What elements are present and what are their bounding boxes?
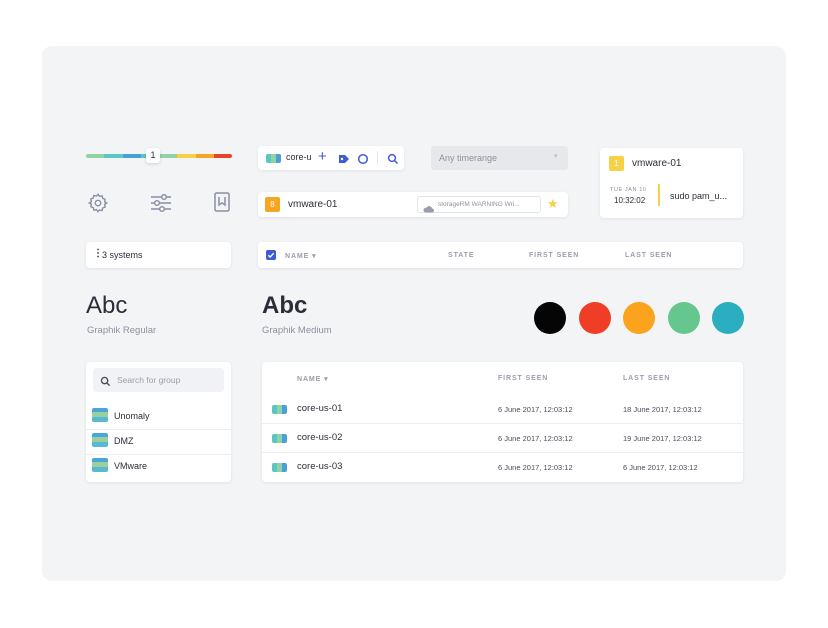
slider-segment bbox=[86, 154, 105, 158]
add-icon[interactable]: + bbox=[318, 148, 327, 166]
color-swatch bbox=[667, 302, 700, 334]
groups-card: Search for group Unomaly DMZ VMware bbox=[86, 362, 231, 482]
name-column-header[interactable]: NAME ▾ bbox=[285, 252, 316, 260]
search-icon bbox=[100, 374, 111, 392]
alert-badge: 8 bbox=[265, 197, 280, 212]
color-swatch bbox=[623, 302, 655, 334]
color-swatch bbox=[712, 302, 744, 334]
timerange-select[interactable]: Any timerange ▾ bbox=[431, 146, 568, 170]
host-color-icon bbox=[272, 463, 287, 472]
divider bbox=[86, 429, 231, 430]
group-search-placeholder: Search for group bbox=[117, 375, 181, 385]
type-sample-regular: Abc bbox=[86, 292, 128, 319]
tag-icon[interactable] bbox=[338, 152, 350, 170]
slider-handle[interactable]: 1 bbox=[146, 148, 160, 163]
first-seen-column-header[interactable]: FIRST SEEN bbox=[529, 252, 579, 259]
first-seen-column-header[interactable]: FIRST SEEN bbox=[498, 375, 548, 382]
bookmark-icon[interactable] bbox=[213, 191, 231, 213]
host-first-seen: 6 June 2017, 12:03:12 bbox=[498, 434, 573, 443]
sliders-icon[interactable] bbox=[149, 192, 173, 214]
last-seen-column-header[interactable]: LAST SEEN bbox=[623, 375, 670, 382]
systems-selector[interactable]: ⋮ 3 systems bbox=[86, 242, 231, 268]
host-label[interactable]: core-u bbox=[286, 152, 312, 162]
group-item[interactable]: VMware bbox=[92, 458, 222, 474]
table-header-row: NAME ▾ STATE FIRST SEEN LAST SEEN bbox=[258, 242, 743, 268]
alert-row[interactable]: 8 vmware-01 storageRM WARNING Wri... ★ bbox=[258, 192, 568, 217]
group-color-icon bbox=[92, 458, 108, 472]
state-column-header[interactable]: STATE bbox=[448, 252, 474, 259]
event-command: sudo pam_u... bbox=[670, 191, 728, 201]
event-badge: 1 bbox=[609, 156, 624, 171]
group-search-input[interactable]: Search for group bbox=[93, 368, 224, 392]
event-marker bbox=[658, 184, 660, 206]
host-last-seen: 6 June 2017, 12:03:12 bbox=[623, 463, 698, 472]
host-name: core-us-02 bbox=[297, 432, 343, 443]
group-color-icon bbox=[92, 408, 108, 422]
color-swatch bbox=[534, 302, 566, 334]
type-label-regular: Graphik Regular bbox=[87, 325, 157, 336]
systems-label: 3 systems bbox=[102, 250, 143, 260]
circle-icon[interactable] bbox=[357, 152, 369, 170]
slider-segment bbox=[195, 154, 214, 158]
host-last-seen: 19 June 2017, 12:03:12 bbox=[623, 434, 702, 443]
host-first-seen: 6 June 2017, 12:03:12 bbox=[498, 405, 573, 414]
host-first-seen: 6 June 2017, 12:03:12 bbox=[498, 463, 573, 472]
host-color-icon bbox=[272, 405, 287, 414]
slider-segment bbox=[104, 154, 123, 158]
group-label: DMZ bbox=[114, 436, 134, 446]
table-row[interactable]: core-us-03 6 June 2017, 12:03:12 6 June … bbox=[262, 453, 743, 482]
group-item[interactable]: Unomaly bbox=[92, 408, 222, 424]
severity-slider[interactable]: 1 bbox=[86, 148, 232, 164]
cloud-icon bbox=[423, 200, 434, 218]
slider-segment bbox=[159, 154, 178, 158]
select-all-checkbox[interactable] bbox=[266, 250, 276, 260]
group-label: VMware bbox=[114, 461, 148, 471]
host-last-seen: 18 June 2017, 12:03:12 bbox=[623, 405, 702, 414]
event-title: vmware-01 bbox=[632, 158, 682, 169]
name-column-header[interactable]: NAME ▾ bbox=[297, 375, 328, 383]
group-item[interactable]: DMZ bbox=[92, 433, 222, 449]
gear-icon[interactable] bbox=[87, 192, 109, 214]
table-row[interactable]: core-us-01 6 June 2017, 12:03:12 18 June… bbox=[262, 394, 743, 423]
warning-text: storageRM WARNING Wri... bbox=[438, 201, 520, 208]
host-name: core-us-03 bbox=[297, 461, 343, 472]
star-icon[interactable]: ★ bbox=[547, 196, 559, 212]
slider-segment bbox=[177, 154, 196, 158]
color-swatch bbox=[578, 302, 611, 334]
last-seen-column-header[interactable]: LAST SEEN bbox=[625, 252, 672, 259]
event-date: TUE JAN 10 bbox=[610, 187, 647, 193]
host-color-icon bbox=[272, 434, 287, 443]
group-color-icon bbox=[92, 433, 108, 447]
group-label: Unomaly bbox=[114, 411, 150, 421]
event-time: 10:32:02 bbox=[614, 196, 646, 205]
slider-value: 1 bbox=[150, 150, 156, 160]
type-sample-medium: Abc bbox=[262, 292, 308, 319]
alert-host: vmware-01 bbox=[288, 199, 338, 210]
table-row[interactable]: core-us-02 6 June 2017, 12:03:12 19 June… bbox=[262, 424, 743, 453]
slider-segment bbox=[122, 154, 141, 158]
warning-tag[interactable]: storageRM WARNING Wri... bbox=[417, 196, 541, 213]
toolbar-divider bbox=[377, 151, 378, 165]
hosts-table: NAME ▾ FIRST SEEN LAST SEEN core-us-01 6… bbox=[262, 362, 743, 482]
host-color-icon bbox=[266, 154, 281, 163]
host-toolbar: core-u + bbox=[258, 146, 404, 170]
divider bbox=[86, 454, 231, 455]
chevron-down-icon: ▾ bbox=[554, 153, 558, 160]
type-label-medium: Graphik Medium bbox=[262, 325, 332, 336]
search-icon[interactable] bbox=[387, 152, 399, 170]
host-name: core-us-01 bbox=[297, 403, 343, 414]
slider-segment bbox=[213, 154, 232, 158]
event-card[interactable]: 1 vmware-01 TUE JAN 10 10:32:02 sudo pam… bbox=[600, 148, 743, 218]
timerange-placeholder: Any timerange bbox=[439, 153, 498, 163]
